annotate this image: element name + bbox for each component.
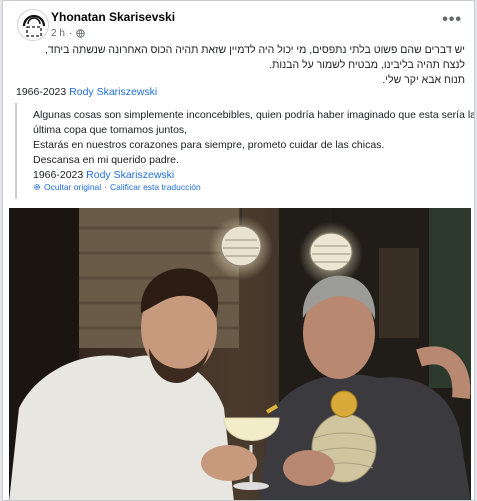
- translation-actions: Ocultar original · Calificar esta traduc…: [33, 182, 201, 192]
- signature-name-link[interactable]: Rody Skariszewski: [69, 86, 157, 98]
- post-meta: 2 h ·: [51, 28, 85, 39]
- post-signature: 1966-2023 Rody Skariszewski: [16, 86, 157, 98]
- globe-icon: [76, 29, 85, 38]
- translation-line: Estarás en nuestros corazones para siemp…: [33, 139, 385, 151]
- translation-line: Algunas cosas son simplemente inconcebib…: [33, 109, 475, 121]
- post-header: Yhonatan Skarisevski 2 h · •••: [17, 9, 466, 45]
- author-name[interactable]: Yhonatan Skarisevski: [51, 10, 175, 24]
- profile-logo-icon: [22, 14, 46, 37]
- rate-translation-link[interactable]: Calificar esta traducción: [110, 182, 201, 192]
- post-text-original: יש דברים שהם פשוט בלתי נתפסים, מי יכול ה…: [15, 43, 465, 88]
- translation-line: última copa que tomamos juntos,: [33, 124, 188, 136]
- signature-years: 1966-2023: [16, 86, 67, 98]
- translation-text: Algunas cosas son simplemente inconcebib…: [33, 108, 475, 183]
- translation-signature-link[interactable]: Rody Skariszewski: [86, 169, 174, 181]
- translation-line: Descansa en mi querido padre.: [33, 154, 179, 166]
- action-separator: ·: [104, 182, 108, 192]
- translation-block: Algunas cosas son simplemente inconcebib…: [15, 103, 474, 199]
- avatar[interactable]: [17, 9, 49, 41]
- translation-signature: 1966-2023 Rody Skariszewski: [33, 168, 474, 183]
- post-time[interactable]: 2 h: [51, 28, 65, 39]
- meta-separator: ·: [68, 28, 73, 39]
- more-options-button[interactable]: •••: [442, 12, 462, 28]
- photo-image: [9, 208, 471, 500]
- post-card: Yhonatan Skarisevski 2 h · ••• יש דברים …: [2, 0, 475, 501]
- post-photo[interactable]: [9, 208, 471, 500]
- hide-original-link[interactable]: Ocultar original: [44, 182, 101, 192]
- translation-signature-years: 1966-2023: [33, 169, 84, 181]
- gear-icon: [33, 183, 41, 191]
- post-text-line: לנצח תהיה בליבינו, מבטיח לשמור על הבנות.: [269, 59, 465, 71]
- post-text-line: יש דברים שהם פשוט בלתי נתפסים, מי יכול ה…: [45, 44, 465, 56]
